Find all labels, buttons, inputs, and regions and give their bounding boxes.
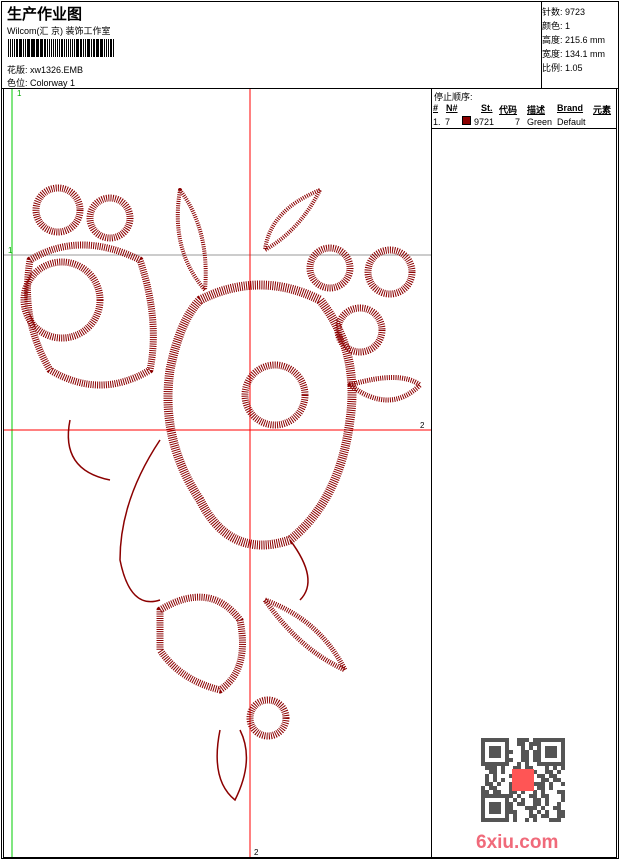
col-description: 描述 [527, 105, 546, 115]
embroidery-motif [20, 184, 423, 740]
watermark-logo: 6xiu.com [476, 832, 559, 853]
row-needle: 7 [445, 117, 451, 127]
col-index: # [433, 103, 439, 113]
row-stitches: 9721 [474, 117, 495, 127]
outline-strokes [67, 419, 309, 802]
marker-left: 1 [8, 246, 13, 255]
col-needle: N# [446, 103, 458, 113]
embroidery-preview [4, 89, 431, 857]
design-width: 宽度: 134.1 mm [542, 49, 606, 59]
marker-top: 1 [17, 89, 22, 98]
design-scale: 比例: 1.05 [542, 63, 583, 73]
stop-sequence-title: 停止顺序: [434, 92, 473, 102]
marker-bottom: 2 [254, 848, 259, 857]
row-code: 7 [515, 117, 521, 127]
col-brand: Brand [557, 103, 584, 113]
row-brand: Default [557, 117, 586, 127]
row-index: 1. [433, 117, 441, 127]
color-swatch [462, 116, 471, 125]
color-count: 颜色: 1 [542, 21, 571, 31]
col-code: 代码 [499, 105, 518, 115]
col-stitches: St. [481, 103, 493, 113]
col-element: 元素 [593, 105, 612, 115]
design-height: 高度: 215.6 mm [542, 35, 606, 45]
qr-code [481, 738, 565, 822]
marker-right: 2 [420, 421, 425, 430]
table-divider [431, 128, 617, 129]
stitch-count: 针数: 9723 [542, 7, 586, 17]
row-description: Green [527, 117, 553, 127]
